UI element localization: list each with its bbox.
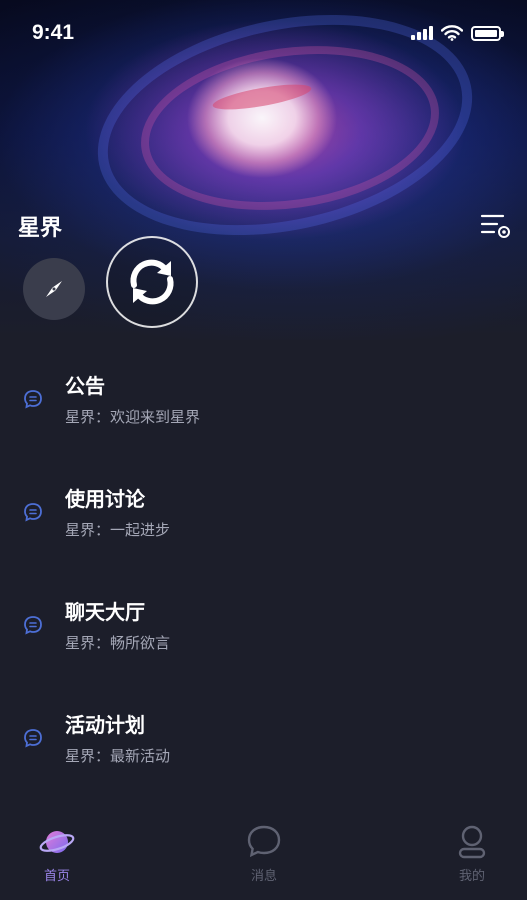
tab-mine-label: 我的 bbox=[458, 869, 485, 884]
channel-title: 活动计划 bbox=[65, 713, 145, 737]
cellular-signal-icon bbox=[411, 26, 433, 40]
status-bar: 9:41 bbox=[0, 0, 527, 66]
tab-mine[interactable]: 我的 bbox=[442, 823, 502, 893]
status-time: 9:41 bbox=[32, 21, 75, 44]
filter-settings-button[interactable] bbox=[479, 210, 513, 242]
person-icon bbox=[458, 825, 486, 859]
tab-messages-label: 消息 bbox=[250, 869, 277, 884]
chat-bubble-icon bbox=[247, 825, 281, 858]
channel-subtitle: 星界：欢迎来到星界 bbox=[65, 408, 201, 426]
channel-title: 聊天大厅 bbox=[65, 600, 145, 624]
chat-bubble-icon bbox=[24, 729, 42, 748]
battery-icon bbox=[471, 25, 504, 41]
refresh-icon bbox=[130, 259, 174, 305]
filter-settings-icon bbox=[480, 214, 510, 238]
channel-item-announcement[interactable]: 公告 星界：欢迎来到星界 bbox=[0, 365, 527, 478]
tab-home-label: 首页 bbox=[43, 869, 70, 884]
tab-messages[interactable]: 消息 bbox=[234, 823, 294, 893]
refresh-button[interactable] bbox=[106, 236, 198, 328]
planet-icon bbox=[39, 831, 75, 853]
chat-bubble-icon bbox=[24, 503, 42, 522]
channel-title: 公告 bbox=[65, 374, 105, 398]
channel-item-discussion[interactable]: 使用讨论 星界：一起进步 bbox=[0, 478, 527, 591]
bottom-tab-bar: 首页 消息 我的 bbox=[0, 815, 527, 900]
page-title: 星界 bbox=[18, 216, 63, 241]
wifi-icon bbox=[441, 25, 463, 41]
tab-home[interactable]: 首页 bbox=[27, 823, 87, 893]
compass-icon bbox=[46, 281, 62, 297]
channel-item-chat-hall[interactable]: 聊天大厅 星界：畅所欲言 bbox=[0, 591, 527, 704]
compass-button[interactable] bbox=[23, 258, 85, 320]
channel-subtitle: 星界：最新活动 bbox=[65, 747, 171, 765]
app-screen: 9:41 星界 公告 星界：欢迎来到星界 使用讨论 星界：一起进步 聊天大厅 星… bbox=[0, 0, 527, 900]
channel-list: 公告 星界：欢迎来到星界 使用讨论 星界：一起进步 聊天大厅 星界：畅所欲言 活… bbox=[0, 365, 527, 817]
channel-item-events[interactable]: 活动计划 星界：最新活动 bbox=[0, 704, 527, 817]
chat-bubble-icon bbox=[24, 390, 42, 409]
channel-subtitle: 星界：畅所欲言 bbox=[65, 634, 171, 652]
channel-subtitle: 星界：一起进步 bbox=[65, 521, 171, 539]
status-icons bbox=[411, 25, 504, 41]
channel-title: 使用讨论 bbox=[65, 487, 145, 511]
chat-bubble-icon bbox=[24, 616, 42, 635]
